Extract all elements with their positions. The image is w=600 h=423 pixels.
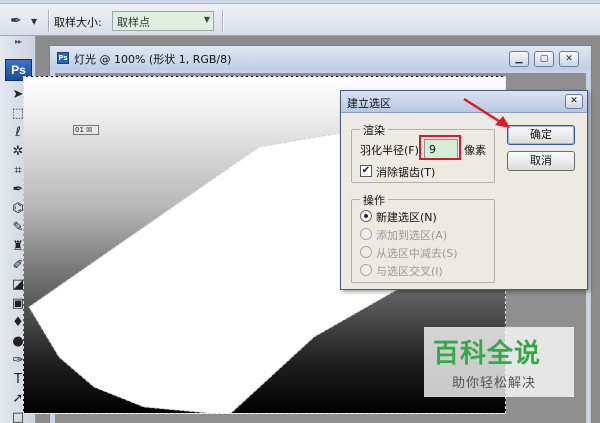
operation-subtract-selection: 从选区中减去(S) (360, 244, 510, 260)
radio-disabled (360, 264, 372, 276)
close-icon[interactable]: ✕ (565, 94, 583, 109)
operation-group: 操作 新建选区(N) 添加到选区(A) 从选区中减去(S) 与选区交叉(I) (351, 192, 495, 283)
radio-disabled (360, 228, 372, 240)
cancel-button[interactable]: 取消 (507, 151, 575, 171)
render-group-label: 渲染 (360, 122, 388, 138)
watermark: 百科全说 助你轻松解决 (424, 327, 574, 397)
minimize-button[interactable]: ▁ (509, 51, 529, 67)
anti-alias-checkbox[interactable]: ✔ (360, 165, 372, 177)
operation-add-selection: 添加到选区(A) (360, 226, 510, 242)
radio-label: 与选区交叉(I) (376, 265, 443, 278)
watermark-title: 百科全说 (433, 339, 542, 369)
radio-label: 从选区中减去(S) (376, 247, 458, 260)
options-bar: ✒ ▼ 取样大小: 取样点 ▼ (0, 4, 600, 36)
sample-size-select[interactable]: 取样点 ▼ (112, 11, 214, 31)
feather-label: 羽化半径(F): (360, 144, 423, 157)
chevron-down-icon: ▼ (31, 17, 38, 26)
maximize-button[interactable]: ▢ (534, 51, 554, 67)
eyedropper-icon: ✒ (10, 13, 22, 29)
radio-disabled (360, 246, 372, 258)
document-title: 灯光 @ 100% (形状 1, RGB/8) (74, 53, 232, 66)
sample-size-value: 取样点 (117, 16, 150, 29)
feather-highlight-box (419, 135, 461, 160)
operation-new-selection[interactable]: 新建选区(N) (360, 208, 510, 224)
operation-intersect-selection: 与选区交叉(I) (360, 262, 510, 278)
pointer-arrow-icon (463, 97, 510, 128)
radio-selected[interactable] (360, 210, 372, 222)
separator (48, 10, 50, 32)
toolbox-grip[interactable]: ▸▸ (2, 38, 34, 46)
layer-indicator: 01 ☒ (73, 125, 99, 135)
close-button[interactable]: ✕ (559, 51, 579, 67)
sample-size-label: 取样大小: (54, 16, 102, 29)
chevron-down-icon: ▼ (203, 15, 210, 24)
anti-alias-label: 消除锯齿(T) (376, 166, 436, 179)
document-icon: Ps (57, 52, 69, 64)
anti-alias-row[interactable]: ✔ 消除锯齿(T) (360, 164, 510, 180)
separator (222, 10, 224, 32)
watermark-subtitle: 助你轻松解决 (452, 376, 537, 391)
dialog-title: 建立选区 (347, 97, 391, 110)
document-titlebar[interactable]: Ps 灯光 @ 100% (形状 1, RGB/8) ▁ ▢ ✕ (50, 46, 591, 70)
feather-unit-label: 像素 (464, 144, 486, 157)
radio-label: 新建选区(N) (376, 211, 437, 224)
radio-label: 添加到选区(A) (376, 229, 448, 242)
tool-preset-picker[interactable]: ✒ ▼ (6, 11, 40, 31)
operation-group-label: 操作 (360, 192, 388, 208)
